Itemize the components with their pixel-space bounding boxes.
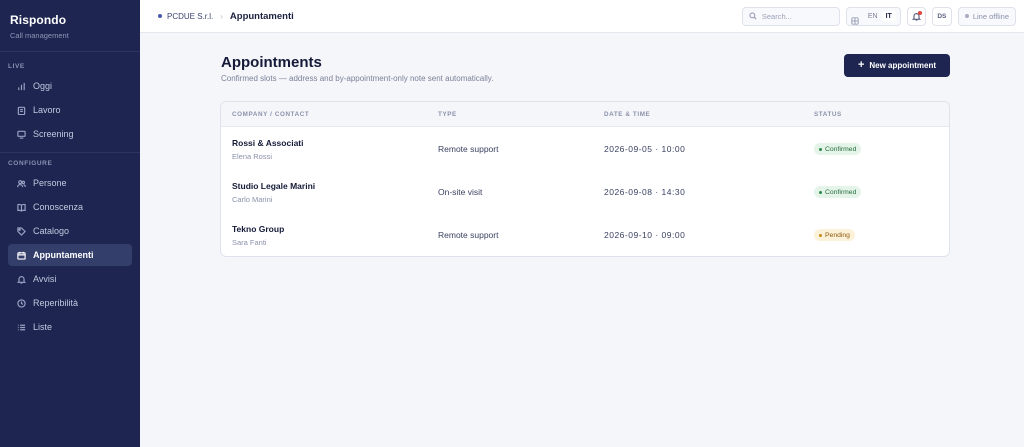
search-icon xyxy=(749,12,757,20)
appointments-table: COMPANY / CONTACT TYPE DATE & TIME STATU… xyxy=(220,101,950,257)
avatar[interactable]: DS xyxy=(931,6,952,26)
bell-icon xyxy=(16,274,26,284)
line-status-pill[interactable]: Line offline xyxy=(957,6,1016,26)
new-appointment-button[interactable]: + New appointment xyxy=(844,54,950,77)
table-row[interactable]: Studio Legale Marini Carlo Marini On-sit… xyxy=(221,170,949,213)
brand: Rispondo Call management xyxy=(0,0,140,52)
sidebar-item-label: Oggi xyxy=(33,81,53,91)
status-dot-icon xyxy=(819,147,822,151)
status-label: Pending xyxy=(825,231,850,239)
app-name: Rispondo xyxy=(10,13,67,27)
search-box[interactable] xyxy=(741,6,840,26)
appointment-datetime: 2026-09-10 · 09:00 xyxy=(604,230,686,240)
sidebar-divider xyxy=(0,152,140,153)
sidebar-item-liste[interactable]: Liste xyxy=(8,316,132,338)
sidebar-item-screening[interactable]: Screening xyxy=(8,123,132,145)
language-switcher[interactable]: EN IT xyxy=(845,6,901,26)
calendar-icon xyxy=(16,250,26,260)
list-icon xyxy=(16,322,26,332)
section-label-configure: CONFIGURE xyxy=(8,160,53,167)
clipboard-icon xyxy=(16,105,26,115)
breadcrumb-separator: › xyxy=(220,11,223,21)
sidebar-item-label: Conoscenza xyxy=(33,202,84,212)
search-input[interactable] xyxy=(761,11,832,21)
monitor-icon xyxy=(16,129,26,139)
table-row[interactable]: Tekno Group Sara Fanti Remote support 20… xyxy=(221,213,949,256)
lang-option-it[interactable]: IT xyxy=(881,10,896,22)
sidebar-item-catalogo[interactable]: Catalogo xyxy=(8,220,132,242)
page-subtitle: Confirmed slots — address and by-appoint… xyxy=(221,74,494,83)
company-name: Rossi & Associati xyxy=(232,138,304,148)
tag-icon xyxy=(16,226,26,236)
contact-name: Carlo Marini xyxy=(232,195,273,204)
status-badge: Pending xyxy=(814,229,855,241)
appointment-datetime: 2026-09-08 · 14:30 xyxy=(604,187,686,197)
company-name: Studio Legale Marini xyxy=(232,181,316,191)
appointment-datetime: 2026-09-05 · 10:00 xyxy=(604,144,686,154)
page-title: Appointments xyxy=(221,54,322,71)
notification-badge xyxy=(917,10,922,15)
sidebar-item-label: Appuntamenti xyxy=(33,250,94,260)
notifications-button[interactable] xyxy=(906,6,926,26)
appointment-type: On-site visit xyxy=(438,187,483,197)
sidebar-item-label: Liste xyxy=(33,322,53,332)
sidebar-item-label: Catalogo xyxy=(33,226,70,236)
status-badge: Confirmed xyxy=(814,143,862,155)
section-label-live: LIVE xyxy=(8,63,25,70)
sidebar-item-reperibilita[interactable]: Reperibilità xyxy=(8,292,132,314)
status-label: Confirmed xyxy=(825,145,857,153)
sidebar-item-label: Persone xyxy=(33,178,67,188)
company-name: Tekno Group xyxy=(232,224,285,234)
globe-icon xyxy=(851,12,859,25)
appointment-type: Remote support xyxy=(438,144,499,154)
contact-name: Sara Fanti xyxy=(232,238,267,247)
table-header: COMPANY / CONTACT TYPE DATE & TIME STATU… xyxy=(221,102,949,127)
breadcrumb-org[interactable]: PCDUE S.r.l. xyxy=(158,12,213,21)
sidebar-item-appuntamenti[interactable]: Appuntamenti xyxy=(8,244,132,266)
sidebar-item-lavoro[interactable]: Lavoro xyxy=(8,99,132,121)
app-subtitle: Call management xyxy=(10,31,69,40)
sidebar-item-label: Lavoro xyxy=(33,105,61,115)
new-appointment-label: New appointment xyxy=(869,61,937,70)
table-row[interactable]: Rossi & Associati Elena Rossi Remote sup… xyxy=(221,127,949,170)
book-icon xyxy=(16,202,26,212)
bar-chart-icon xyxy=(16,81,26,91)
breadcrumb-page: Appuntamenti xyxy=(229,10,294,22)
status-dot-icon xyxy=(964,14,969,18)
column-header-type[interactable]: TYPE xyxy=(438,102,457,127)
sidebar-item-label: Avvisi xyxy=(33,274,57,284)
column-header-datetime[interactable]: DATE & TIME xyxy=(604,102,650,127)
clock-icon xyxy=(16,298,26,308)
sidebar-item-label: Reperibilità xyxy=(33,298,79,308)
status-dot-icon xyxy=(819,190,822,194)
sidebar-item-label: Screening xyxy=(33,129,74,139)
sidebar-item-conoscenza[interactable]: Conoscenza xyxy=(8,196,132,218)
sidebar-item-oggi[interactable]: Oggi xyxy=(8,75,132,97)
line-status-label: Line offline xyxy=(972,11,1009,21)
org-dot-icon xyxy=(158,14,162,18)
appointment-type: Remote support xyxy=(438,230,499,240)
page-header: Appointments Confirmed slots — address a… xyxy=(220,33,950,101)
status-label: Confirmed xyxy=(825,188,857,196)
sidebar-item-persone[interactable]: Persone xyxy=(8,172,132,194)
plus-icon: + xyxy=(857,59,865,71)
status-dot-icon xyxy=(819,233,822,237)
lang-option-en[interactable]: EN xyxy=(864,11,882,22)
sidebar-item-avvisi[interactable]: Avvisi xyxy=(8,268,132,290)
org-name: PCDUE S.r.l. xyxy=(167,11,214,21)
status-badge: Confirmed xyxy=(814,186,862,198)
main-content: Appointments Confirmed slots — address a… xyxy=(220,33,950,257)
column-header-status[interactable]: STATUS xyxy=(814,102,842,127)
sidebar: Rispondo Call management LIVE Oggi Lavor… xyxy=(0,0,140,447)
column-header-company[interactable]: COMPANY / CONTACT xyxy=(232,102,309,127)
topbar: PCDUE S.r.l. › Appuntamenti EN IT DS Lin… xyxy=(140,0,1024,33)
users-icon xyxy=(16,178,26,188)
contact-name: Elena Rossi xyxy=(232,152,273,161)
